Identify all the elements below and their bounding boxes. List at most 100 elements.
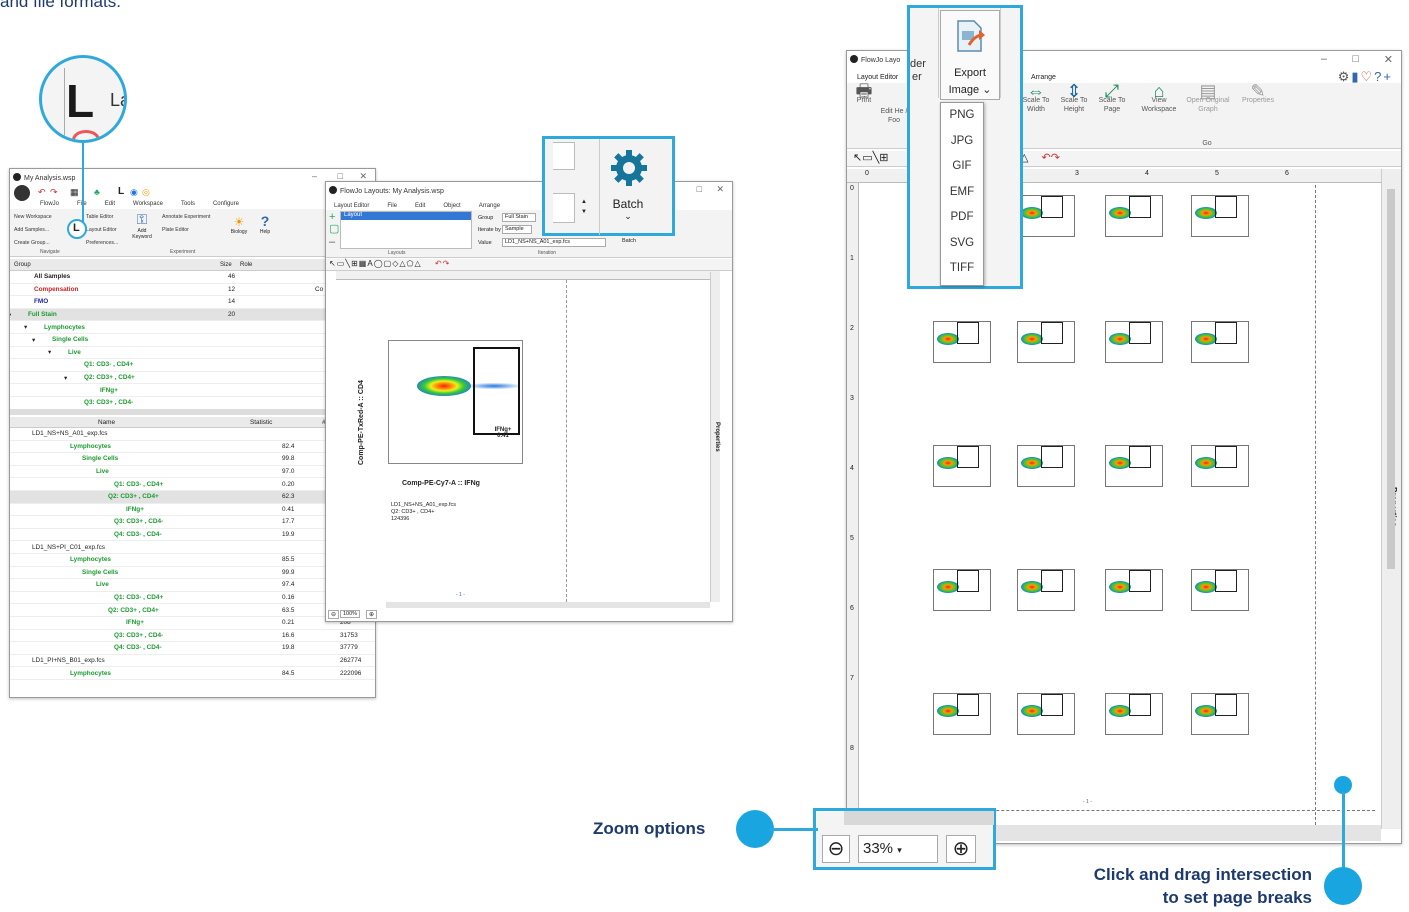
- select-tool-icon[interactable]: ↖: [329, 259, 337, 268]
- group-row[interactable]: FMO 14: [10, 296, 375, 309]
- group-row[interactable]: ▾ Lymphocytes: [10, 321, 375, 334]
- print-button[interactable]: 🖶 Print: [849, 82, 879, 105]
- redo-icon[interactable]: ↷: [50, 187, 58, 198]
- right-vscroll-thumb[interactable]: [1387, 189, 1395, 569]
- right-minimize-icon[interactable]: –: [1321, 53, 1327, 65]
- sample-row[interactable]: Q2: CD3+ , CD4+ 63.5: [10, 604, 375, 617]
- right-menu-layout-editor[interactable]: Layout Editor: [857, 74, 898, 81]
- mini-plot[interactable]: [1179, 563, 1249, 635]
- zoom-out-icon[interactable]: ⊖: [822, 835, 850, 863]
- mid-undo-icon[interactable]: ↶: [435, 259, 443, 268]
- roundrect-tool-icon[interactable]: ▢: [384, 259, 393, 268]
- group-row[interactable]: Q1: CD3- , CD4+: [10, 359, 375, 372]
- main-plot-frame[interactable]: IFNg+ 0.41: [388, 340, 523, 464]
- settings-icon[interactable]: ⚙: [1338, 69, 1352, 84]
- help-button[interactable]: ? Help: [256, 213, 274, 235]
- mini-plot[interactable]: [1093, 439, 1163, 511]
- preferences-button[interactable]: Preferences...: [86, 237, 118, 250]
- value-select[interactable]: LD1_NS+NS_A01_exp.fcs: [502, 238, 606, 247]
- group-row[interactable]: ▾ Live: [10, 347, 375, 360]
- mid-zoom-select[interactable]: 100%: [340, 610, 361, 618]
- table-editor-button[interactable]: Table Editor: [86, 211, 118, 224]
- sample-row[interactable]: Lymphocytes 85.5: [10, 554, 375, 567]
- table-tool-icon[interactable]: ⊞: [351, 259, 359, 268]
- sample-row[interactable]: Q3: CD3+ , CD4- 16.6 31753: [10, 630, 375, 643]
- batch-chevron-icon[interactable]: ⌄: [600, 211, 656, 222]
- right-maximize-icon[interactable]: □: [1352, 53, 1359, 65]
- flowjo-ball-icon[interactable]: [14, 185, 30, 201]
- group-row[interactable]: ▾ Full Stain 20: [10, 308, 375, 322]
- name-col-header[interactable]: Name: [98, 419, 115, 426]
- caret-icon[interactable]: ▾: [64, 374, 67, 382]
- sample-row[interactable]: Q1: CD3- , CD4+ 0.16: [10, 592, 375, 605]
- mid-page-break[interactable]: [566, 280, 567, 602]
- zoom-select[interactable]: 33% ▾: [858, 835, 938, 863]
- mini-plot[interactable]: [1093, 315, 1163, 387]
- menu-object[interactable]: Object: [443, 203, 460, 209]
- mini-plot[interactable]: [1005, 563, 1075, 635]
- mid-close-icon[interactable]: ✕: [716, 184, 724, 195]
- menu-layout-editor[interactable]: Layout Editor: [334, 203, 369, 209]
- caret-icon[interactable]: ▾: [32, 336, 35, 344]
- group-row[interactable]: Q3: CD3+ , CD4-: [10, 397, 375, 410]
- export-format-svg[interactable]: SVG: [941, 237, 983, 249]
- batch-label-small[interactable]: Batch: [622, 238, 636, 244]
- sample-row[interactable]: IFNg+ 0.41: [10, 504, 375, 517]
- mid-properties-tab[interactable]: Properties: [710, 272, 720, 602]
- group-row[interactable]: Compensation 12 Co: [10, 284, 375, 297]
- export-format-jpg[interactable]: JPG: [941, 135, 983, 147]
- mid-zoom-out-icon[interactable]: ⊖: [328, 610, 340, 619]
- pane-splitter[interactable]: [10, 409, 375, 415]
- menu-edit-mid[interactable]: Edit: [415, 203, 425, 209]
- sample-row[interactable]: Q3: CD3+ , CD4- 17.7: [10, 516, 375, 529]
- circle-icon[interactable]: ◉: [130, 187, 138, 198]
- view-workspace-button[interactable]: ⌂ View Workspace: [1137, 82, 1181, 114]
- sample-row[interactable]: Lymphocytes 82.4: [10, 441, 375, 454]
- group-row[interactable]: IFNg+: [10, 384, 375, 397]
- export-format-emf[interactable]: EMF: [941, 186, 983, 198]
- layout-l-icon[interactable]: L: [118, 186, 124, 197]
- plate-editor-button[interactable]: Plate Editor: [162, 224, 210, 237]
- rect-tool-icon[interactable]: ▭: [337, 259, 346, 268]
- right-close-icon[interactable]: ✕: [1384, 53, 1393, 66]
- export-format-gif[interactable]: GIF: [941, 160, 983, 172]
- mini-plot[interactable]: [1005, 439, 1075, 511]
- right-redo-icon[interactable]: ↷: [1051, 152, 1060, 164]
- remove-layout-icon[interactable]: –: [329, 236, 335, 248]
- sample-row[interactable]: Q2: CD3+ , CD4+ 62.3: [10, 491, 375, 504]
- oval-tool-icon[interactable]: ◯: [374, 259, 384, 268]
- mini-plot[interactable]: [921, 563, 991, 635]
- edit-header-button[interactable]: Edit He / Foo: [879, 107, 909, 125]
- sample-row[interactable]: Lymphocytes 84.5 222096: [10, 667, 375, 680]
- export-format-png[interactable]: PNG: [941, 109, 983, 121]
- right-undo-icon[interactable]: ↶: [1041, 152, 1050, 164]
- layout-editor-button[interactable]: Layout Editor: [86, 224, 118, 237]
- layout-list[interactable]: Layout: [340, 211, 472, 249]
- sample-row[interactable]: Single Cells 99.9: [10, 567, 375, 580]
- iterate-select[interactable]: Sample: [502, 225, 532, 234]
- group-row[interactable]: All Samples 46: [10, 271, 375, 284]
- group-select[interactable]: Full Stain: [502, 213, 536, 222]
- menu-workspace[interactable]: Workspace: [133, 201, 163, 207]
- mid-hscroll[interactable]: [386, 602, 710, 608]
- mini-plot[interactable]: [1179, 439, 1249, 511]
- right-table-tool-icon[interactable]: ⊞: [879, 152, 888, 164]
- minimize-icon[interactable]: –: [312, 171, 317, 181]
- duplicate-layout-icon[interactable]: ▢: [329, 222, 339, 235]
- mini-plot[interactable]: [1005, 315, 1075, 387]
- right-properties-tab[interactable]: Properties: [1381, 169, 1401, 829]
- mid-maximize-icon[interactable]: □: [697, 184, 702, 194]
- mini-plot[interactable]: [1005, 687, 1075, 759]
- role-col-header[interactable]: Role: [240, 262, 252, 268]
- add-keyword-button[interactable]: ⚿ Add Keyword: [130, 211, 154, 240]
- mini-plot[interactable]: [1093, 189, 1163, 261]
- group-row[interactable]: ▾ Q2: CD3+ , CD4+: [10, 372, 375, 385]
- annotate-experiment-button[interactable]: Annotate Experiment: [162, 211, 210, 224]
- layout-icon[interactable]: ▦: [70, 187, 79, 198]
- new-workspace-button[interactable]: New Workspace: [14, 211, 52, 224]
- plus-icon-right[interactable]: +: [1383, 69, 1393, 84]
- group-row[interactable]: ▾ Single Cells: [10, 334, 375, 347]
- menu-edit[interactable]: Edit: [105, 201, 115, 207]
- bookmark-icon[interactable]: ▮: [1351, 69, 1360, 84]
- statistic-col-header[interactable]: Statistic: [250, 419, 272, 426]
